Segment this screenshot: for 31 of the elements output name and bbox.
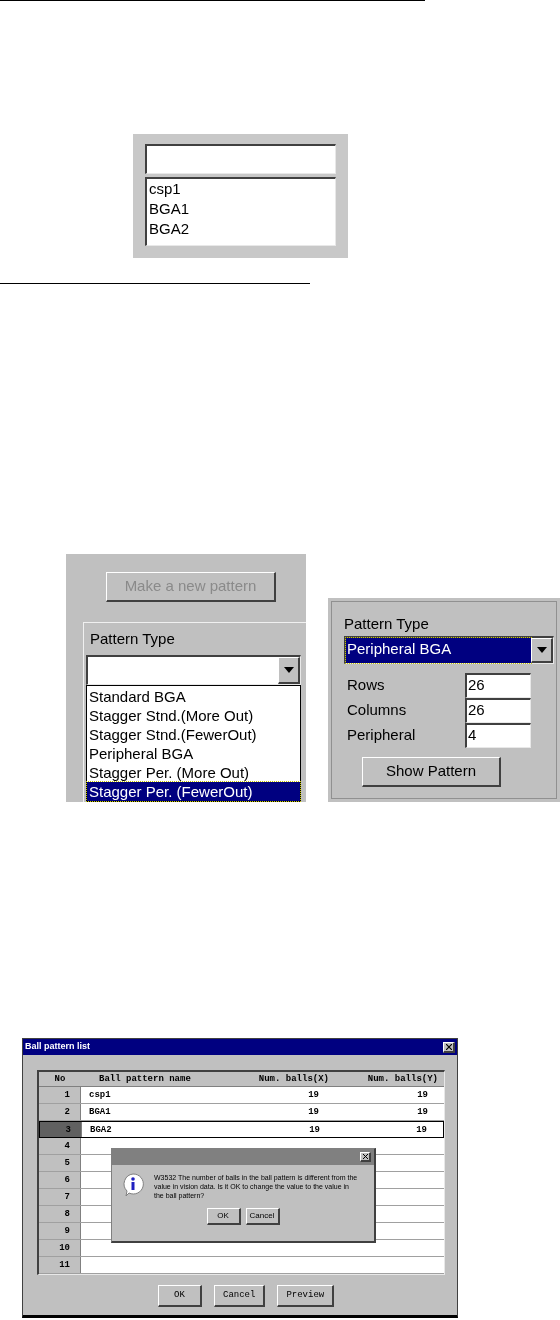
row-number: 7	[39, 1189, 81, 1205]
row-number: 2	[39, 1104, 81, 1120]
window-title: Ball pattern list	[25, 1040, 90, 1054]
row-number: 1	[39, 1087, 81, 1103]
row-number: 5	[39, 1155, 81, 1171]
table-cell-text: csp1	[88, 1089, 112, 1102]
group-label: Pattern Type	[90, 629, 176, 649]
row-number: 8	[39, 1206, 81, 1222]
field-label: Rows	[347, 675, 386, 696]
row-number: 9	[39, 1223, 81, 1239]
column-header: Num. balls(Y)	[366, 1073, 439, 1086]
row-number: 10	[39, 1240, 81, 1256]
column-header: No	[53, 1073, 67, 1086]
row-number: 6	[39, 1172, 81, 1188]
table-cell-text: 19	[307, 1089, 320, 1102]
table-cell-text: 19	[415, 1124, 428, 1137]
field-label: Peripheral	[347, 725, 417, 746]
field-label: Columns	[347, 700, 408, 721]
column-header: Num. balls(X)	[257, 1073, 330, 1086]
table-cell-text: BGA1	[88, 1106, 112, 1119]
column-header: Ball pattern name	[98, 1073, 192, 1086]
row-number: 3	[40, 1122, 82, 1137]
table-cell-text: 19	[416, 1089, 429, 1102]
table-cell-text: 19	[307, 1106, 320, 1119]
selected-value: Peripheral BGA	[346, 638, 531, 663]
table-cell-text: 19	[308, 1124, 321, 1137]
table-cell-text: 19	[416, 1106, 429, 1119]
row-number: 11	[39, 1257, 81, 1273]
row-number: 4	[39, 1138, 81, 1154]
group-label: Pattern Type	[344, 614, 430, 634]
table-cell-text: BGA2	[89, 1124, 113, 1137]
